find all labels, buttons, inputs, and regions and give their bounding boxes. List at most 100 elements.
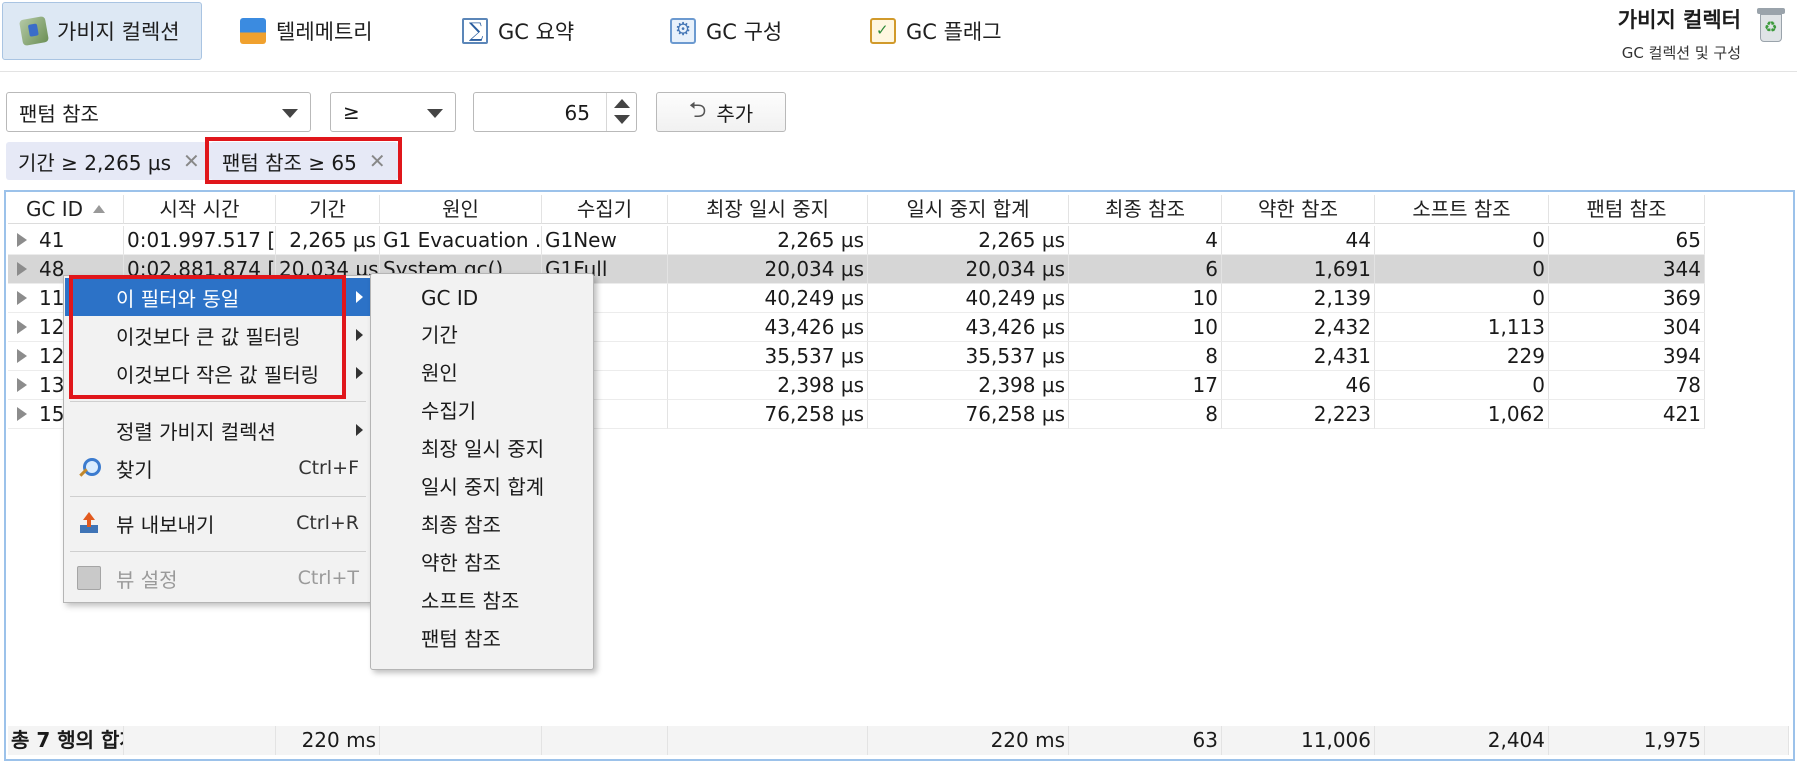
close-icon[interactable]: ✕ (369, 149, 386, 173)
table-cell: 369 (1549, 284, 1705, 313)
table-cell: 43,426 µs (668, 313, 868, 342)
menu-item-find[interactable]: 찾기 Ctrl+F (65, 449, 371, 487)
column-header-label: 약한 참조 (1258, 197, 1338, 221)
tab-label: 텔레메트리 (276, 20, 373, 44)
table-cell: 1,062 (1375, 400, 1549, 429)
expand-row-icon[interactable] (17, 262, 27, 276)
footer-filler (1705, 726, 1789, 755)
menu-item-sort[interactable]: 정렬 가비지 컬렉션 (65, 411, 371, 449)
table-cell: 229 (1375, 342, 1549, 371)
return-arrow-icon: ⮌ (688, 98, 707, 123)
tab-garbage-collection[interactable]: 가비지 컬렉션 (2, 2, 202, 60)
filter-field-select[interactable]: 팬텀 참조 (6, 92, 311, 132)
close-icon[interactable]: ✕ (183, 149, 200, 173)
submenu-item[interactable]: 일시 중지 합계 (421, 472, 544, 502)
table-cell: 0:01.997.517 [... (124, 226, 276, 255)
cell-value: 1,113 (1487, 315, 1545, 339)
tab-label: GC 요약 (498, 20, 575, 44)
gc-summary-icon (462, 18, 488, 44)
expand-row-icon[interactable] (17, 233, 27, 247)
cell-value: 48 (39, 257, 65, 281)
submenu-item[interactable]: GC ID (421, 283, 478, 313)
cell-value: 46 (1345, 373, 1371, 397)
submenu-item[interactable]: 팬텀 참조 (421, 624, 501, 654)
recycle-bin-icon (1757, 8, 1785, 42)
menu-item-label: 뷰 설정 (116, 567, 178, 592)
column-header[interactable]: 소프트 참조 (1375, 195, 1549, 224)
cell-value: 1,062 (1487, 402, 1545, 426)
filter-value-stepper[interactable]: 65 (473, 92, 637, 132)
cell-value: 0 (1532, 228, 1545, 252)
table-cell: 394 (1549, 342, 1705, 371)
menu-item-shortcut: Ctrl+F (298, 457, 359, 479)
find-icon (77, 456, 101, 480)
menu-item-view-settings[interactable]: 뷰 설정 Ctrl+T (65, 559, 371, 597)
column-header[interactable]: 기간 (276, 195, 380, 224)
add-filter-button[interactable]: ⮌ 추가 (656, 92, 786, 132)
cell-value: 41 (39, 228, 65, 252)
column-header[interactable]: 시작 시간 (124, 195, 276, 224)
column-header[interactable]: 약한 참조 (1222, 195, 1375, 224)
table-cell: 4 (1069, 226, 1222, 255)
filter-value[interactable]: 65 (565, 101, 590, 125)
column-header[interactable]: 팬텀 참조 (1549, 195, 1705, 224)
footer-total: 1,975 (1549, 726, 1705, 755)
cell-value: 2,265 µs (777, 228, 864, 252)
tab-telemetry[interactable]: 텔레메트리 (222, 2, 389, 60)
column-header-label: 기간 (309, 197, 346, 221)
cell-value: 2,223 (1313, 402, 1371, 426)
column-header[interactable]: 일시 중지 합계 (868, 195, 1069, 224)
column-header[interactable]: 최종 참조 (1069, 195, 1222, 224)
cell-value: 35,537 µs (965, 344, 1065, 368)
cell-value: 43,426 µs (764, 315, 864, 339)
expand-row-icon[interactable] (17, 291, 27, 305)
menu-item-filter-less[interactable]: 이것보다 작은 값 필터링 (65, 354, 371, 392)
chevron-down-icon (282, 109, 298, 118)
submenu-item[interactable]: 수집기 (421, 396, 476, 426)
tab-gc-summary[interactable]: GC 요약 (444, 2, 590, 60)
submenu-item[interactable]: 기간 (421, 320, 458, 350)
expand-row-icon[interactable] (17, 349, 27, 363)
column-submenu: GC ID 기간 원인 수집기 최장 일시 중지 일시 중지 합계 최종 참조 … (370, 273, 594, 670)
filter-chip-phantom-refs[interactable]: 팬텀 참조 ≥ 65 ✕ (210, 142, 398, 180)
table-cell: 2,398 µs (668, 371, 868, 400)
column-header[interactable]: GC ID (8, 195, 124, 224)
column-header[interactable]: 최장 일시 중지 (668, 195, 868, 224)
tab-label: 가비지 컬렉션 (57, 20, 180, 44)
menu-item-label: 이것보다 큰 값 필터링 (116, 324, 301, 349)
submenu-item[interactable]: 최장 일시 중지 (421, 434, 544, 464)
stepper-down-icon[interactable] (614, 115, 630, 124)
cell-value: 17 (1192, 373, 1218, 397)
cell-value: 44 (1345, 228, 1371, 252)
filter-field-value: 팬텀 참조 (19, 101, 99, 126)
menu-item-filter-greater[interactable]: 이것보다 큰 값 필터링 (65, 316, 371, 354)
menu-item-export-view[interactable]: 뷰 내보내기 Ctrl+R (65, 504, 371, 542)
cell-value: 76,258 µs (764, 402, 864, 426)
cell-value: G1New (545, 228, 617, 252)
cell-value: 8 (1205, 344, 1218, 368)
expand-row-icon[interactable] (17, 407, 27, 421)
menu-item-filter-equal[interactable]: 이 필터와 동일 (65, 278, 371, 316)
stepper-up-icon[interactable] (614, 99, 630, 108)
cell-value: 2,398 µs (777, 373, 864, 397)
tab-gc-config[interactable]: GC 구성 (652, 2, 798, 60)
submenu-arrow-icon (356, 424, 363, 436)
column-header[interactable]: 수집기 (542, 195, 668, 224)
tab-gc-flags[interactable]: GC 플래그 (852, 2, 1018, 60)
submenu-item[interactable]: 원인 (421, 358, 458, 388)
expand-row-icon[interactable] (17, 378, 27, 392)
cell-value: 229 (1506, 344, 1545, 368)
filter-chip-duration[interactable]: 기간 ≥ 2,265 µs ✕ (6, 142, 212, 180)
column-header[interactable]: 원인 (380, 195, 542, 224)
table-cell: G1New (542, 226, 668, 255)
table-cell: 304 (1549, 313, 1705, 342)
expand-row-icon[interactable] (17, 320, 27, 334)
filter-chip-label: 팬텀 참조 ≥ 65 (222, 150, 357, 175)
submenu-item[interactable]: 최종 참조 (421, 510, 501, 540)
submenu-item[interactable]: 소프트 참조 (421, 586, 519, 616)
cell-value: 20,034 µs (764, 257, 864, 281)
filter-operator-select[interactable]: ≥ (330, 92, 456, 132)
tab-label: GC 플래그 (906, 20, 1002, 44)
table-cell: 76,258 µs (668, 400, 868, 429)
submenu-item[interactable]: 약한 참조 (421, 548, 501, 578)
